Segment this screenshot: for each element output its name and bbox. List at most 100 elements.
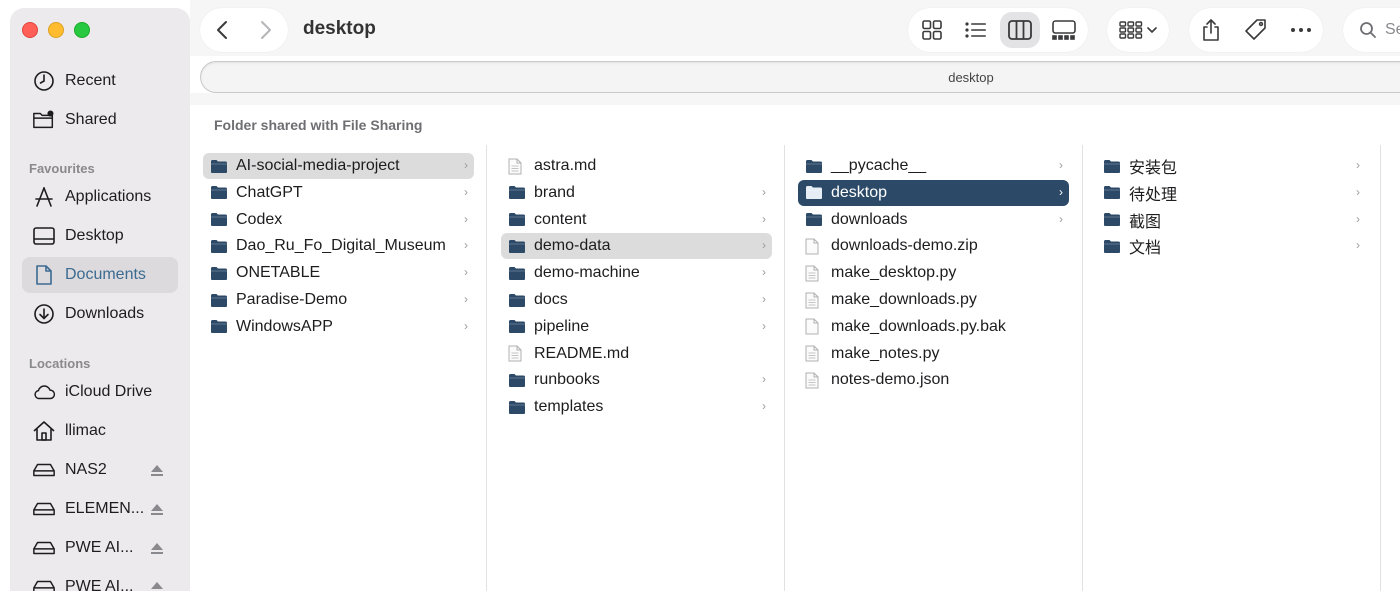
folder-item[interactable]: downloads › [798,207,1069,233]
eject-icon[interactable] [150,580,164,591]
file-item[interactable]: make_notes.py [798,341,1069,367]
folder-item[interactable]: AI-social-media-project › [203,153,474,179]
sidebar-item-shared[interactable]: Shared [22,102,178,138]
file-icon [805,238,823,255]
folder-item[interactable]: ChatGPT › [203,180,474,206]
column-view-button[interactable] [1000,12,1040,48]
folder-item[interactable]: brand › [501,180,772,206]
folder-item[interactable]: runbooks › [501,367,772,393]
file-item[interactable]: README.md [501,341,772,367]
eject-icon[interactable] [150,463,164,477]
share-icon [1203,19,1219,41]
sidebar-item-label: Recent [65,72,116,89]
chevron-right-icon: › [1356,238,1360,253]
sidebar-item-applications[interactable]: Applications [22,179,178,215]
item-name: notes-demo.json [831,371,950,389]
item-name: ChatGPT [236,183,303,201]
group-by-button[interactable] [1107,8,1169,52]
folder-item[interactable]: __pycache__ › [798,153,1069,179]
column-divider[interactable] [486,145,487,591]
sidebar-item-nas2[interactable]: NAS2 [22,452,178,488]
more-button[interactable] [1281,12,1321,48]
column-divider[interactable] [1380,145,1381,591]
sidebar-item-pwe-ai[interactable]: PWE AI... [22,530,178,566]
navigation-buttons [200,8,288,52]
folder-item[interactable]: Paradise-Demo › [203,287,474,313]
share-button[interactable] [1191,12,1231,48]
sidebar-item-llimac[interactable]: llimac [22,413,178,449]
column-divider[interactable] [784,145,785,591]
folder-item[interactable]: Codex › [203,207,474,233]
item-name: brand [534,183,575,201]
gallery-view-button[interactable] [1044,12,1084,48]
item-name: 安装包 [1129,160,1178,177]
column-divider[interactable] [1082,145,1083,591]
sidebar-item-documents[interactable]: Documents [22,257,178,293]
folder-item[interactable]: Dao_Ru_Fo_Digital_Museum › [203,233,474,259]
folder-item[interactable]: pipeline › [501,314,772,340]
folder-icon [210,319,228,335]
window-title: desktop [303,18,376,39]
file-item[interactable]: make_downloads.py.bak [798,314,1069,340]
item-name: desktop [831,183,888,201]
sidebar-item-elemen[interactable]: ELEMEN... [22,491,178,527]
sidebar-item-desktop[interactable]: Desktop [22,218,178,254]
file-item[interactable]: downloads-demo.zip [798,233,1069,259]
folder-icon [210,265,228,281]
sidebar-item-label: PWE AI... [65,539,134,556]
file-item[interactable]: notes-demo.json [798,367,1069,393]
content-top-strip [190,93,1400,105]
list-view-button[interactable] [956,12,996,48]
sidebar-item-downloads[interactable]: Downloads [22,296,178,332]
home-icon [32,419,56,443]
close-window-button[interactable] [22,22,38,38]
folder-item[interactable]: demo-data › [501,233,772,260]
folder-item[interactable]: 安装包 › [1096,153,1366,179]
folder-item[interactable]: ONETABLE › [203,260,474,286]
minimize-window-button[interactable] [48,22,64,38]
folder-item[interactable]: docs › [501,287,772,313]
sidebar-item-icloud-drive[interactable]: iCloud Drive [22,374,178,410]
icon-view-button[interactable] [912,12,952,48]
chevron-right-icon: › [762,292,766,306]
item-name: ONETABLE [236,264,321,282]
zoom-window-button[interactable] [74,22,90,38]
drive-icon [32,536,56,560]
item-name: templates [534,398,604,416]
folder-item[interactable]: demo-machine › [501,260,772,286]
forward-button[interactable] [244,8,288,52]
folder-item[interactable]: 截图 › [1096,207,1366,233]
file-item[interactable]: make_downloads.py [798,287,1069,313]
path-bar-label: desktop [948,70,994,85]
eject-icon[interactable] [150,541,164,555]
download-icon [32,302,56,326]
folder-item[interactable]: content › [501,207,772,233]
folder-item[interactable]: desktop › [798,179,1069,206]
applications-icon [32,185,56,209]
folder-item[interactable]: 待处理 › [1096,180,1366,206]
folder-item[interactable]: 文档 › [1096,233,1366,259]
chevron-right-icon: › [1059,184,1063,199]
folder-icon [1103,238,1121,254]
sidebar-item-recent[interactable]: Recent [22,63,178,99]
grid-icon [922,20,942,40]
file-item[interactable]: make_desktop.py [798,260,1069,286]
chevron-right-icon: › [762,184,766,199]
tag-button[interactable] [1236,12,1276,48]
folder-item[interactable]: WindowsAPP › [203,314,474,340]
search-field[interactable]: Se [1343,8,1400,52]
eject-icon[interactable] [150,502,164,516]
sidebar-item-pwe-ai[interactable]: PWE AI... [22,569,178,591]
chevron-right-icon: › [464,184,468,199]
file-item[interactable]: astra.md [501,153,772,179]
item-name: AI-social-media-project [236,157,400,174]
folder-item[interactable]: templates › [501,394,772,420]
ellipsis-icon [1291,28,1311,32]
back-button[interactable] [200,8,244,52]
columns-icon [1008,20,1032,40]
item-name: Codex [236,210,283,228]
folder-icon [1103,185,1121,201]
path-bar[interactable]: desktop [200,61,1400,93]
sidebar-section-heading: Locations [29,356,91,371]
item-name: README.md [534,344,630,362]
